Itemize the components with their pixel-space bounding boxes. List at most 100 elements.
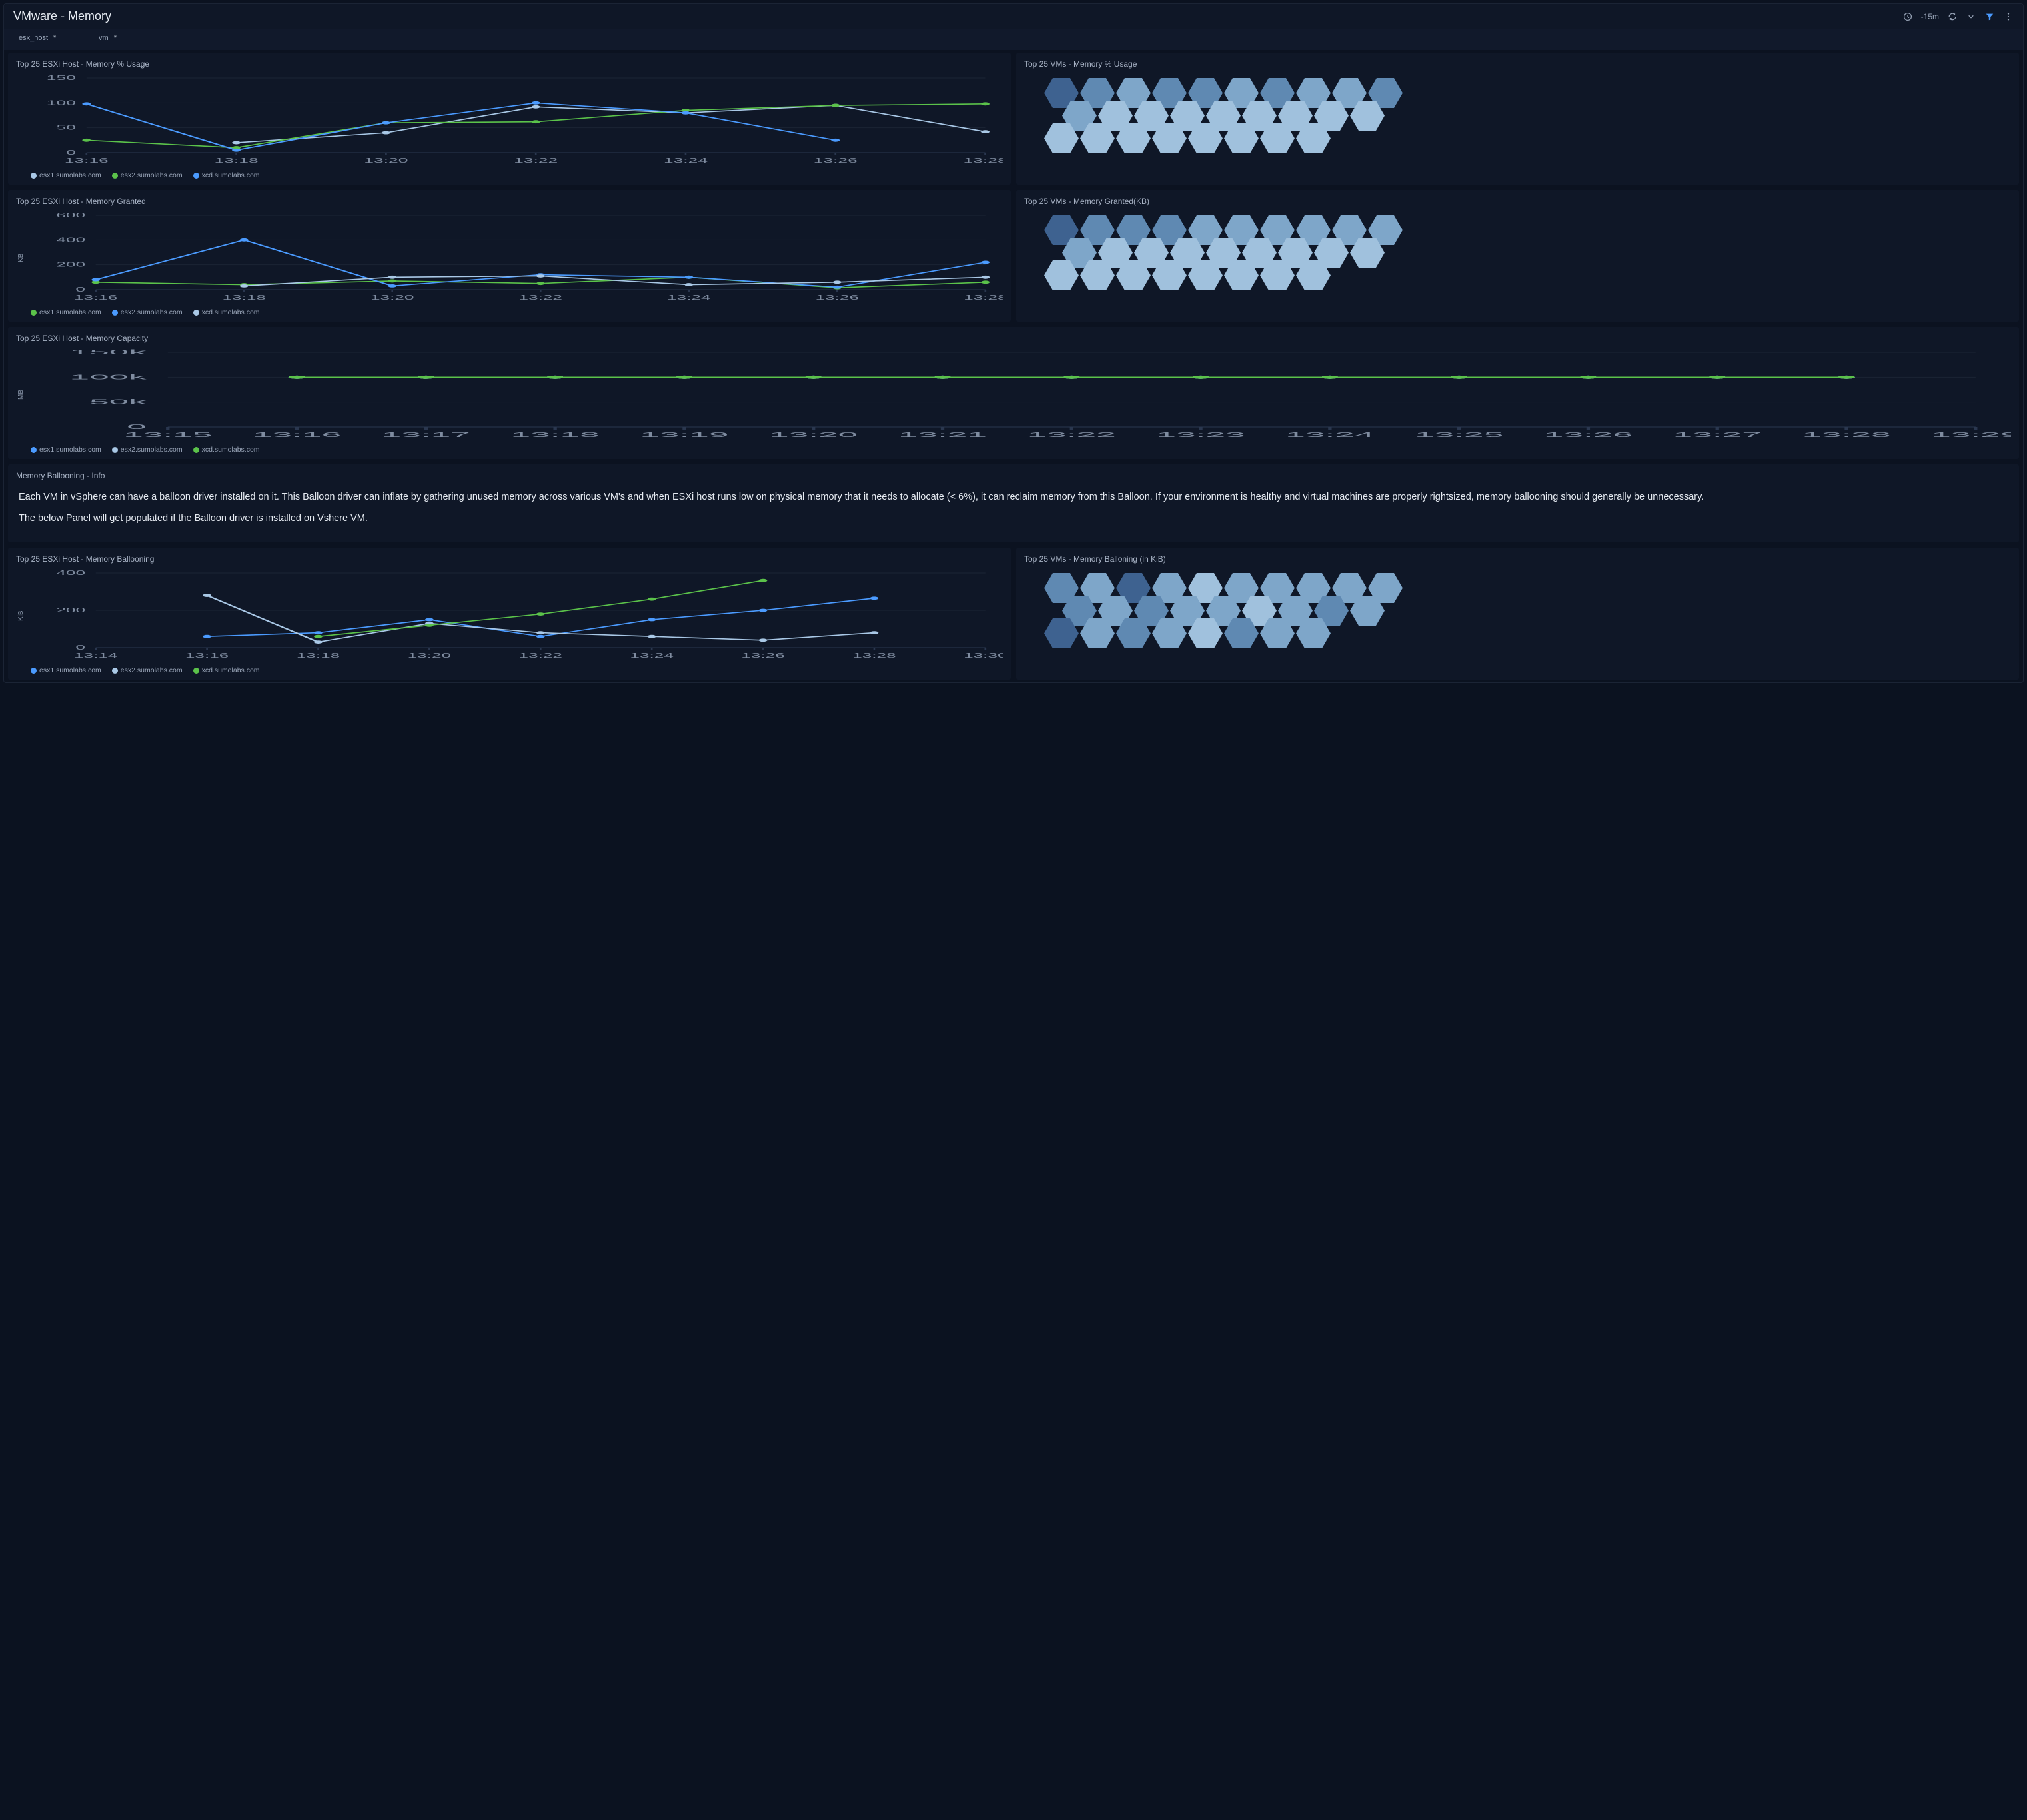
svg-text:200: 200 xyxy=(56,261,85,268)
row-3: Top 25 ESXi Host - Memory Capacity MB050… xyxy=(4,324,2023,462)
svg-text:13:18: 13:18 xyxy=(223,294,266,301)
hex-cell[interactable] xyxy=(1188,123,1223,153)
hex-cell[interactable] xyxy=(1152,618,1187,648)
svg-text:0: 0 xyxy=(127,423,147,430)
hex-cell[interactable] xyxy=(1080,123,1115,153)
svg-text:100k: 100k xyxy=(70,373,148,380)
legend-item[interactable]: esx1.sumolabs.com xyxy=(31,446,101,454)
hex-cell[interactable] xyxy=(1152,260,1187,290)
hex-cell[interactable] xyxy=(1080,618,1115,648)
legend-item[interactable]: esx2.sumolabs.com xyxy=(112,171,183,179)
legend-item[interactable]: xcd.sumolabs.com xyxy=(193,666,260,674)
dashboard-header: VMware - Memory -15m xyxy=(4,4,2023,29)
filter-vm[interactable]: vm * xyxy=(99,34,133,43)
row-4: Memory Ballooning - Info Each VM in vSph… xyxy=(4,462,2023,545)
panel-title: Top 25 ESXi Host - Memory Capacity xyxy=(16,334,2011,343)
hex-cell[interactable] xyxy=(1044,618,1079,648)
refresh-icon[interactable] xyxy=(1947,11,1958,22)
svg-text:13:20: 13:20 xyxy=(408,652,451,659)
svg-text:13:20: 13:20 xyxy=(370,294,414,301)
row-1: Top 25 ESXi Host - Memory % Usage 050100… xyxy=(4,50,2023,187)
svg-text:13:18: 13:18 xyxy=(297,652,340,659)
svg-text:400: 400 xyxy=(56,569,85,576)
legend-item[interactable]: xcd.sumolabs.com xyxy=(193,446,260,454)
hex-cell[interactable] xyxy=(1116,123,1151,153)
hex-cell[interactable] xyxy=(1350,101,1385,131)
honeycomb[interactable] xyxy=(1024,569,2011,655)
svg-text:150: 150 xyxy=(47,74,76,81)
svg-text:13:26: 13:26 xyxy=(741,652,784,659)
svg-text:13:24: 13:24 xyxy=(667,294,710,301)
svg-text:0: 0 xyxy=(66,149,76,156)
hex-cell[interactable] xyxy=(1152,123,1187,153)
honeycomb[interactable] xyxy=(1024,74,2011,160)
y-axis-label: MB xyxy=(16,348,26,442)
legend-dot-icon xyxy=(31,447,37,453)
legend-item[interactable]: xcd.sumolabs.com xyxy=(193,308,260,316)
filter-label: esx_host xyxy=(19,34,48,42)
svg-text:13:20: 13:20 xyxy=(769,431,858,438)
legend-dot-icon xyxy=(112,668,118,674)
hex-cell[interactable] xyxy=(1188,260,1223,290)
more-icon[interactable] xyxy=(2003,11,2014,22)
svg-text:13:22: 13:22 xyxy=(519,294,562,301)
filter-icon[interactable] xyxy=(1984,11,1995,22)
hex-cell[interactable] xyxy=(1260,618,1295,648)
legend-item[interactable]: esx2.sumolabs.com xyxy=(112,308,183,316)
svg-text:13:20: 13:20 xyxy=(364,157,408,164)
row-5: Top 25 ESXi Host - Memory Ballooning KiB… xyxy=(4,545,2023,682)
hex-cell[interactable] xyxy=(1260,260,1295,290)
dashboard-page: VMware - Memory -15m esx_host * xyxy=(3,3,2024,683)
filter-esx-host[interactable]: esx_host * xyxy=(19,34,72,43)
legend-item[interactable]: xcd.sumolabs.com xyxy=(193,171,260,179)
hex-cell[interactable] xyxy=(1080,260,1115,290)
time-range-label[interactable]: -15m xyxy=(1921,12,1939,21)
svg-text:13:26: 13:26 xyxy=(1544,431,1633,438)
panel-title: Top 25 VMs - Memory Granted(KB) xyxy=(1024,197,2011,206)
hex-cell[interactable] xyxy=(1116,260,1151,290)
hex-cell[interactable] xyxy=(1224,260,1259,290)
chart: KB020040060013:1613:1813:2013:2213:2413:… xyxy=(16,211,1003,304)
svg-text:0: 0 xyxy=(75,286,85,293)
hex-cell[interactable] xyxy=(1044,260,1079,290)
panel-balloon-info: Memory Ballooning - Info Each VM in vSph… xyxy=(8,464,2019,542)
panel-vms-balloon: Top 25 VMs - Memory Balloning (in KiB) xyxy=(1016,548,2019,680)
hex-cell[interactable] xyxy=(1296,618,1331,648)
legend-dot-icon xyxy=(112,173,118,179)
hex-cell[interactable] xyxy=(1044,123,1079,153)
svg-text:0: 0 xyxy=(75,644,85,651)
filter-label: vm xyxy=(99,34,109,42)
legend-item[interactable]: esx2.sumolabs.com xyxy=(112,666,183,674)
honeycomb[interactable] xyxy=(1024,211,2011,297)
panel-title: Top 25 VMs - Memory Balloning (in KiB) xyxy=(1024,554,2011,564)
clock-icon[interactable] xyxy=(1902,11,1913,22)
hex-cell[interactable] xyxy=(1116,618,1151,648)
legend-item[interactable]: esx1.sumolabs.com xyxy=(31,666,101,674)
chart: MB050k100k150k13:1513:1613:1713:1813:191… xyxy=(16,348,2011,442)
hex-cell[interactable] xyxy=(1296,123,1331,153)
svg-text:13:28: 13:28 xyxy=(852,652,896,659)
legend-item[interactable]: esx2.sumolabs.com xyxy=(112,446,183,454)
legend-item[interactable]: esx1.sumolabs.com xyxy=(31,308,101,316)
hex-cell[interactable] xyxy=(1260,123,1295,153)
svg-text:13:18: 13:18 xyxy=(214,157,258,164)
hex-row xyxy=(1044,268,2011,290)
hex-row xyxy=(1044,626,2011,648)
hex-cell[interactable] xyxy=(1188,618,1223,648)
svg-text:50: 50 xyxy=(57,124,76,131)
svg-text:13:16: 13:16 xyxy=(185,652,229,659)
hex-cell[interactable] xyxy=(1224,618,1259,648)
panel-mem-pct: Top 25 ESXi Host - Memory % Usage 050100… xyxy=(8,53,1011,185)
legend-item[interactable]: esx1.sumolabs.com xyxy=(31,171,101,179)
hex-cell[interactable] xyxy=(1350,238,1385,268)
hex-cell[interactable] xyxy=(1350,596,1385,626)
legend-dot-icon xyxy=(193,447,199,453)
info-text: Each VM in vSphere can have a balloon dr… xyxy=(16,486,2011,537)
filter-value: * xyxy=(53,34,72,43)
hex-cell[interactable] xyxy=(1296,260,1331,290)
svg-text:13:28: 13:28 xyxy=(964,294,1003,301)
chevron-down-icon[interactable] xyxy=(1966,11,1976,22)
hex-cell[interactable] xyxy=(1224,123,1259,153)
hex-row xyxy=(1044,131,2011,153)
panel-title: Top 25 ESXi Host - Memory % Usage xyxy=(16,59,1003,69)
